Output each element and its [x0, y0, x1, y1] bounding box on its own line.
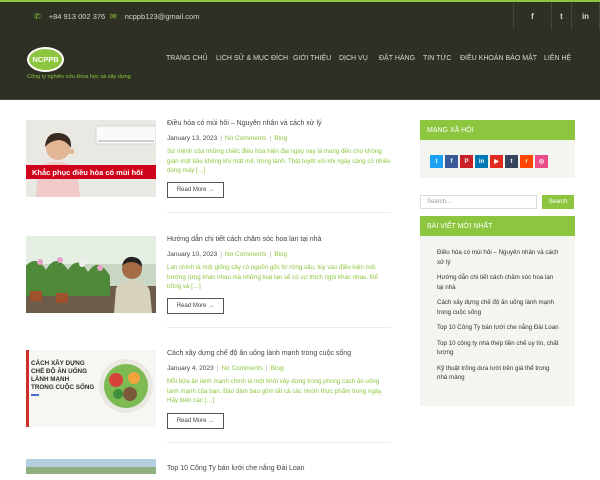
youtube-icon[interactable]: ▶ [490, 155, 503, 168]
post-title[interactable]: Top 10 Công Ty bán lưới che nắng Đài Loa… [167, 465, 305, 472]
email-address: ncppb123@gmail.com [124, 11, 200, 21]
site-logo[interactable]: NCPPB [27, 47, 64, 72]
share-buttons: t f P in ▶ t r ◎ [430, 155, 550, 168]
post-item: Top 10 Công Ty bán lưới che nắng Đài Loa… [26, 459, 391, 480]
dribbble-icon[interactable]: ◎ [535, 155, 548, 168]
nav-news[interactable]: TIN TỨC [423, 55, 451, 65]
post-date: January 13, 2023 [167, 135, 218, 142]
pinterest-icon[interactable]: P [460, 155, 473, 168]
search-button[interactable]: Search [542, 195, 574, 209]
post-category-link[interactable]: Blog [274, 251, 287, 258]
nav-history[interactable]: LỊCH SỬ & MỤC ĐÍCH [216, 55, 288, 65]
read-more-button[interactable]: Read More → [167, 182, 224, 198]
phone-number: +84 913 002 376 [48, 11, 106, 21]
recent-posts-heading: BÀI VIẾT MỚI NHẤT [420, 216, 575, 236]
post-excerpt: Lan chính là một giống cây có nguồn gốc … [167, 264, 378, 290]
facebook-icon[interactable]: f [445, 155, 458, 168]
email-contact[interactable]: ✉ ncppb123@gmail.com [110, 2, 199, 30]
phone-icon: ✆ [34, 11, 41, 21]
post-divider [167, 442, 391, 443]
post-comments-link[interactable]: No Comments [221, 365, 263, 372]
post-thumbnail[interactable]: CÁCH XÂY DỰNG CHẾ ĐỘ ĂN UỐNG LÀNH MẠNH T… [26, 350, 156, 427]
nav-services[interactable]: DỊCH VỤ [339, 55, 368, 65]
twitter-icon[interactable]: t [430, 155, 443, 168]
social-widget: t f P in ▶ t r ◎ [420, 140, 575, 178]
recent-post-link[interactable]: Top 10 Công Ty bán lưới che nắng Đài Loa… [437, 323, 561, 333]
nav-contact[interactable]: LIÊN HỆ [544, 55, 571, 65]
post-item: CÁCH XÂY DỰNG CHẾ ĐỘ ĂN UỐNG LÀNH MẠNH T… [26, 350, 391, 450]
social-widget-heading: MẠNG XÃ HỘI [420, 120, 575, 140]
post-thumbnail[interactable] [26, 236, 156, 313]
post-category-link[interactable]: Blog [271, 365, 284, 372]
post-item: Hướng dẫn chi tiết cách chăm sóc hoa lan… [26, 236, 391, 336]
nav-home[interactable]: TRANG CHỦ [166, 55, 208, 65]
recent-post-link[interactable]: Điều hòa có mùi hôi – Nguyên nhân và các… [437, 248, 561, 267]
recent-post-link[interactable]: Top 10 công ty nhà thép tiền chế uy tín,… [437, 339, 561, 358]
recent-post-link[interactable]: Cách xây dựng chế độ ăn uống lành mạnh t… [437, 298, 561, 317]
recent-posts-list: Điều hòa có mùi hôi – Nguyên nhân và các… [420, 236, 575, 406]
recent-post-link[interactable]: Hướng dẫn chi tiết cách chăm sóc hoa lan… [437, 273, 561, 292]
reddit-icon[interactable]: r [520, 155, 533, 168]
phone-contact[interactable]: ✆ +84 913 002 376 [34, 2, 105, 30]
top-bar: ✆ +84 913 002 376 ✉ ncppb123@gmail.com f… [0, 0, 600, 30]
read-more-button[interactable]: Read More → [167, 298, 224, 314]
top-social-links: f t in [513, 2, 600, 30]
recent-post-link[interactable]: Kỹ thuật trồng dưa lưới trên giá thể tro… [437, 364, 561, 383]
tumblr-icon[interactable]: t [505, 155, 518, 168]
post-comments-link[interactable]: No Comments [225, 135, 267, 142]
post-divider [167, 327, 391, 328]
post-title[interactable]: Cách xây dựng chế độ ăn uống lành mạnh t… [167, 350, 351, 357]
nav-order[interactable]: ĐẶT HÀNG [379, 55, 415, 65]
post-excerpt: Sứ mệnh của những chiếc điều hòa hiện đạ… [167, 148, 391, 174]
post-date: January 10, 2023 [167, 251, 218, 258]
post-category-link[interactable]: Blog [274, 135, 287, 142]
post-title[interactable]: Điều hòa có mùi hôi – Nguyên nhân và các… [167, 120, 322, 127]
post-meta: January 10, 2023 | No Comments | Blog [167, 251, 288, 258]
post-excerpt: Mỗi bữa ăn lành mạnh chính là một khởi x… [167, 378, 383, 404]
post-title[interactable]: Hướng dẫn chi tiết cách chăm sóc hoa lan… [167, 236, 321, 243]
post-divider [167, 212, 391, 213]
thumbnail-caption: Khắc phục điều hòa có mùi hôi [32, 168, 143, 177]
read-more-button[interactable]: Read More → [167, 413, 224, 429]
twitter-icon[interactable]: t [551, 2, 571, 30]
email-icon: ✉ [110, 11, 117, 21]
nav-about[interactable]: GIỚI THIỆU [293, 55, 331, 65]
linkedin-icon[interactable]: in [475, 155, 488, 168]
post-comments-link[interactable]: No Comments [225, 251, 267, 258]
post-thumbnail[interactable] [26, 459, 156, 474]
post-meta: January 13, 2023 | No Comments | Blog [167, 135, 288, 142]
post-item: Khắc phục điều hòa có mùi hôi Điều hòa c… [26, 120, 391, 220]
nav-privacy[interactable]: ĐIỀU KHOẢN BẢO MẬT [460, 55, 537, 65]
post-thumbnail[interactable]: Khắc phục điều hòa có mùi hôi [26, 120, 156, 197]
post-meta: January 4, 2023 | No Comments | Blog [167, 365, 284, 372]
site-header: NCPPB Công ty nghiên cứu khoa học và xây… [0, 30, 600, 100]
post-date: January 4, 2023 [167, 365, 214, 372]
linkedin-icon[interactable]: in [571, 2, 600, 30]
site-tagline: Công ty nghiên cứu khoa học và xây dựng [27, 74, 131, 80]
search-input[interactable]: Search... [420, 195, 537, 209]
facebook-icon[interactable]: f [513, 2, 551, 30]
thumbnail-caption: CÁCH XÂY DỰNG CHẾ ĐỘ ĂN UỐNG LÀNH MẠNH T… [31, 358, 94, 391]
